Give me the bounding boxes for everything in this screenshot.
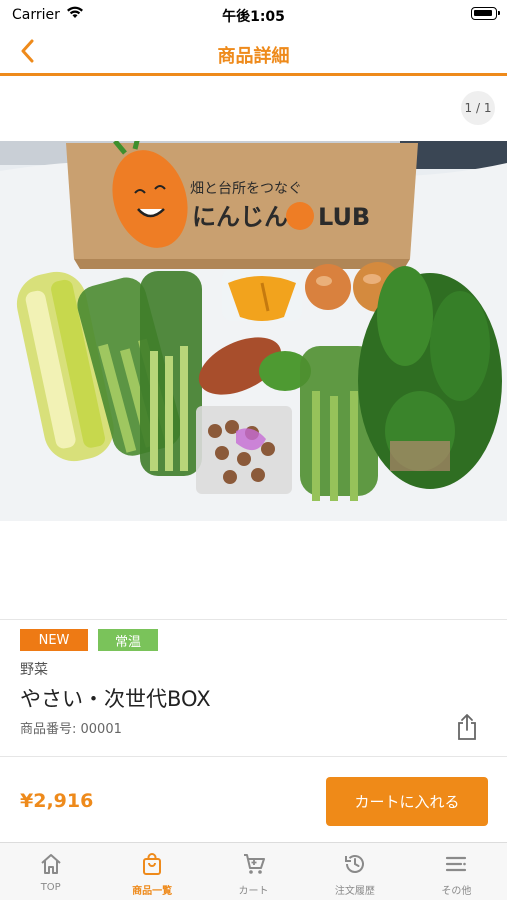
product-photo[interactable]: 畑と台所をつなぐ にんじん LUB bbox=[0, 141, 507, 521]
history-icon bbox=[342, 851, 368, 877]
tab-cart[interactable]: カート bbox=[203, 843, 304, 900]
menu-icon bbox=[443, 851, 469, 877]
home-icon bbox=[38, 851, 64, 877]
product-price: ¥2,916 bbox=[20, 790, 94, 812]
badge-new: NEW bbox=[20, 629, 88, 651]
purchase-bar: ¥2,916 カートに入れる bbox=[0, 757, 507, 841]
page-indicator: 1 / 1 bbox=[461, 91, 495, 125]
product-info: NEW 常温 野菜 やさい・次世代BOX 商品番号: 00001 bbox=[0, 620, 507, 756]
cart-icon bbox=[241, 851, 267, 877]
tab-top[interactable]: TOP bbox=[0, 843, 101, 900]
svg-text:LUB: LUB bbox=[318, 203, 370, 231]
share-button[interactable] bbox=[453, 714, 481, 744]
page-title: 商品詳細 bbox=[217, 46, 290, 67]
add-to-cart-button[interactable]: カートに入れる bbox=[326, 777, 488, 826]
tab-label: 注文履歴 bbox=[334, 886, 375, 897]
shopping-bag-icon bbox=[139, 851, 165, 877]
product-name: やさい・次世代BOX bbox=[20, 687, 211, 711]
product-category: 野菜 bbox=[20, 662, 48, 678]
tab-other[interactable]: その他 bbox=[406, 843, 507, 900]
badge-room-temperature: 常温 bbox=[98, 629, 158, 651]
tab-label: 商品一覧 bbox=[132, 886, 173, 897]
navigation-bar: 商品詳細 bbox=[0, 30, 507, 76]
tab-bar: TOP 商品一覧 カート 注文履歴 その他 bbox=[0, 842, 507, 900]
box-brand-text: にんじん bbox=[192, 203, 288, 231]
share-icon bbox=[455, 713, 479, 745]
tab-label: カート bbox=[238, 886, 269, 897]
tab-product-list[interactable]: 商品一覧 bbox=[101, 843, 202, 900]
status-time: 午後1:05 bbox=[222, 9, 285, 25]
badge-list: NEW 常温 bbox=[20, 629, 158, 651]
tab-label: その他 bbox=[441, 886, 472, 897]
tab-order-history[interactable]: 注文履歴 bbox=[304, 843, 405, 900]
box-subtitle-text: 畑と台所をつなぐ bbox=[190, 181, 302, 197]
status-bar: Carrier 午後1:05 bbox=[0, 0, 507, 30]
product-image-gallery[interactable]: 1 / 1 畑と台所をつなぐ にんじん LUB bbox=[0, 79, 507, 619]
product-code: 商品番号: 00001 bbox=[20, 722, 122, 737]
battery-icon bbox=[471, 7, 500, 20]
tab-label: TOP bbox=[40, 882, 61, 893]
